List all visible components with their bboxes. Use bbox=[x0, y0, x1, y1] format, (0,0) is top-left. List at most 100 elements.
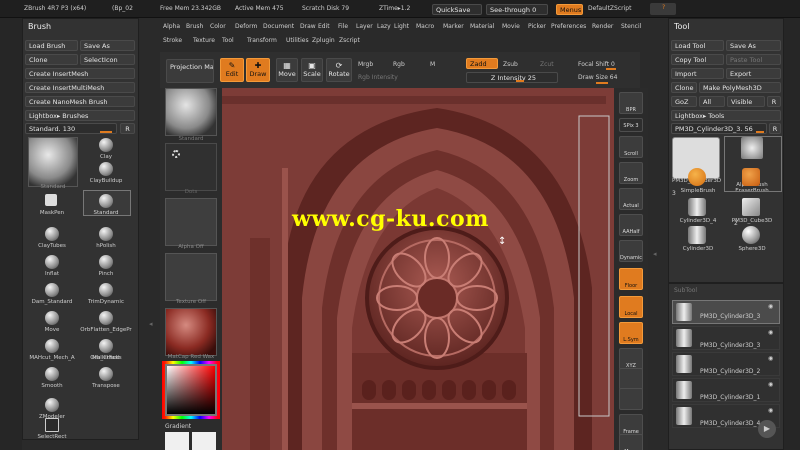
menu-transform[interactable]: Transform bbox=[247, 37, 277, 44]
right-icon-floor[interactable]: Floor bbox=[619, 268, 643, 290]
brush-icon-orbflatten-edgepr[interactable] bbox=[99, 311, 113, 325]
gradient-main-swatch[interactable] bbox=[165, 432, 189, 450]
save-brush-button[interactable]: Save As bbox=[80, 40, 135, 51]
rotate-button[interactable]: ⟳ Rotate bbox=[326, 58, 352, 82]
menu-movie[interactable]: Movie bbox=[502, 23, 520, 30]
export-button[interactable]: Export bbox=[726, 68, 781, 79]
brush-icon-move[interactable] bbox=[45, 311, 59, 325]
subtool-visibility-eye-icon[interactable]: ◉ bbox=[768, 355, 773, 362]
right-icon-aahalf[interactable]: AAHalf bbox=[619, 214, 643, 236]
move-button[interactable]: ▦ Move bbox=[276, 58, 298, 82]
load-tool-button[interactable]: Load Tool bbox=[671, 40, 724, 51]
left-tray-strip[interactable] bbox=[0, 18, 22, 450]
menu-utilities[interactable]: Utilities bbox=[286, 37, 309, 44]
zcut-button[interactable]: Zcut bbox=[540, 61, 554, 68]
shelf-texture-icon[interactable] bbox=[165, 253, 217, 301]
save-tool-button[interactable]: Save As bbox=[726, 40, 781, 51]
copy-tool-button[interactable]: Copy Tool bbox=[671, 54, 724, 65]
help-icon[interactable]: ? bbox=[662, 4, 665, 11]
tool-icon-cylinder3d[interactable] bbox=[688, 226, 706, 244]
brush-icon-inflat[interactable] bbox=[45, 255, 59, 269]
menu-macro[interactable]: Macro bbox=[416, 23, 434, 30]
seethrough-slider[interactable]: See-through 0 bbox=[486, 4, 548, 15]
load-brush-button[interactable]: Load Brush bbox=[25, 40, 78, 51]
make-polymesh-button[interactable]: Make PolyMesh3D bbox=[699, 82, 781, 93]
menu-picker[interactable]: Picker bbox=[528, 23, 546, 30]
brush-icon-maskpen[interactable] bbox=[45, 194, 57, 206]
default-zscript[interactable]: DefaultZScript bbox=[588, 5, 631, 12]
subtool-title[interactable]: SubTool bbox=[674, 287, 697, 294]
brush-icon-hpolish[interactable] bbox=[99, 227, 113, 241]
color-hue-ring[interactable] bbox=[162, 361, 220, 419]
current-tool-r-button[interactable]: R bbox=[769, 123, 781, 134]
menu-light[interactable]: Light bbox=[394, 23, 409, 30]
pluralsight-play-icon[interactable]: ▶ bbox=[758, 420, 776, 438]
brush-icon-dam-standard[interactable] bbox=[45, 283, 59, 297]
lightbox-brushes-button[interactable]: Lightbox▸ Brushes bbox=[25, 110, 135, 121]
menu-zplugin[interactable]: Zplugin bbox=[312, 37, 335, 44]
right-icon-dynamic-persp[interactable]: Dynamic Persp bbox=[619, 240, 643, 262]
menu-tool[interactable]: Tool bbox=[222, 37, 234, 44]
menu-file[interactable]: File bbox=[338, 23, 348, 30]
rgb-intensity-slider[interactable]: Rgb Intensity bbox=[358, 74, 398, 81]
subtool-visibility-eye-icon[interactable]: ◉ bbox=[768, 303, 773, 310]
create-insertmultimesh-button[interactable]: Create InsertMultiMesh bbox=[25, 82, 135, 93]
paste-tool-button[interactable]: Paste Tool bbox=[726, 54, 781, 65]
menu-preferences[interactable]: Preferences bbox=[551, 23, 586, 30]
panel-scroll-arrow-right[interactable]: ◂ bbox=[653, 250, 657, 258]
right-icon-zoom[interactable]: Zoom bbox=[619, 162, 643, 184]
mrgb-button[interactable]: Mrgb bbox=[358, 61, 373, 68]
all-button[interactable]: All bbox=[699, 96, 725, 107]
clone-tool-button[interactable]: Clone bbox=[671, 82, 697, 93]
subtool-visibility-eye-icon[interactable]: ◉ bbox=[768, 407, 773, 414]
select-icon-button[interactable]: SelectIcon bbox=[80, 54, 135, 65]
subtool-visibility-eye-icon[interactable]: ◉ bbox=[768, 381, 773, 388]
menu-alpha[interactable]: Alpha bbox=[163, 23, 180, 30]
edit-button[interactable]: ✎ Edit bbox=[220, 58, 244, 82]
tool-icon-cylinder3d-4[interactable] bbox=[688, 198, 706, 216]
right-icon-xyz[interactable]: XYZ bbox=[619, 348, 643, 370]
standard-brush-large-icon[interactable] bbox=[28, 137, 78, 187]
menus-button[interactable]: Menus bbox=[556, 4, 583, 15]
right-tray-strip[interactable] bbox=[784, 18, 800, 450]
right-icon-scroll[interactable]: Scroll bbox=[619, 136, 643, 158]
right-icon-actual[interactable]: Actual bbox=[619, 188, 643, 210]
menu-color[interactable]: Color bbox=[210, 23, 226, 30]
m-button[interactable]: M bbox=[430, 61, 435, 68]
menu-edit[interactable]: Edit bbox=[318, 23, 330, 30]
brush-icon-selectrect[interactable] bbox=[45, 418, 59, 432]
panel-scroll-arrow-left[interactable]: ◂ bbox=[149, 320, 153, 328]
subtool-visibility-eye-icon[interactable]: ◉ bbox=[768, 329, 773, 336]
menu-draw[interactable]: Draw bbox=[300, 23, 316, 30]
brush-icon-smooth[interactable] bbox=[45, 367, 59, 381]
create-insertmesh-button[interactable]: Create InsertMesh bbox=[25, 68, 135, 79]
tool-icon-pm3d-cube3d[interactable] bbox=[742, 198, 760, 216]
brush-icon-zmodeler[interactable] bbox=[45, 398, 59, 412]
lightbox-tools-button[interactable]: Lightbox▸ Tools bbox=[671, 110, 781, 121]
menu-brush[interactable]: Brush bbox=[186, 23, 203, 30]
menu-lazy[interactable]: Lazy bbox=[377, 23, 391, 30]
right-icon-bpr[interactable]: BPR bbox=[619, 92, 643, 114]
right-icon-l-sym[interactable]: L.Sym bbox=[619, 322, 643, 344]
draw-size-slider[interactable]: Draw Size 64 bbox=[578, 74, 617, 81]
gradient-secondary-swatch[interactable] bbox=[192, 432, 216, 450]
right-icon-frame[interactable]: Frame bbox=[619, 414, 643, 436]
menu-stencil[interactable]: Stencil bbox=[621, 23, 641, 30]
shelf-material-icon[interactable] bbox=[165, 308, 217, 356]
z-intensity-slider[interactable]: Z Intensity 25 bbox=[466, 72, 558, 83]
current-tool-slider[interactable]: PM3D_Cylinder3D_3. 56 bbox=[671, 123, 767, 134]
draw-button[interactable]: ✚ Draw bbox=[246, 58, 270, 82]
menu-zscript[interactable]: Zscript bbox=[339, 37, 360, 44]
right-icon-move[interactable]: Move bbox=[619, 434, 643, 450]
right-icon-blank-12[interactable] bbox=[619, 388, 643, 410]
quicksave-button[interactable]: QuickSave bbox=[432, 4, 482, 15]
right-icon-spix-3[interactable]: SPix 3 bbox=[619, 118, 643, 132]
visible-button[interactable]: Visible bbox=[727, 96, 765, 107]
brush-icon-claybuildup[interactable] bbox=[99, 162, 113, 176]
brush-icon-clay[interactable] bbox=[99, 138, 113, 152]
tool-icon-sphere3d[interactable] bbox=[742, 226, 760, 244]
menu-stroke[interactable]: Stroke bbox=[163, 37, 182, 44]
goz-button[interactable]: GoZ bbox=[671, 96, 697, 107]
right-icon-blank-11[interactable] bbox=[619, 368, 643, 390]
brush-r-button[interactable]: R bbox=[120, 123, 135, 134]
